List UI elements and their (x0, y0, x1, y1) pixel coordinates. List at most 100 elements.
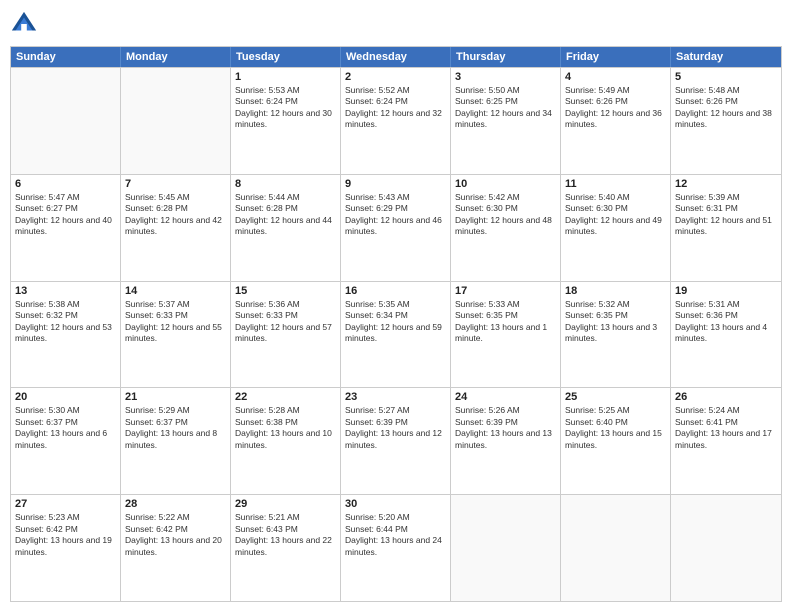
daylight-text: Daylight: 12 hours and 46 minutes. (345, 215, 442, 236)
sunset-text: Sunset: 6:37 PM (15, 417, 78, 427)
cell-info: Sunrise: 5:26 AMSunset: 6:39 PMDaylight:… (455, 405, 556, 451)
daylight-text: Daylight: 12 hours and 51 minutes. (675, 215, 772, 236)
sunset-text: Sunset: 6:25 PM (455, 96, 518, 106)
sunset-text: Sunset: 6:35 PM (565, 310, 628, 320)
day-cell-16: 16 Sunrise: 5:35 AMSunset: 6:34 PMDayligh… (341, 282, 451, 388)
weekday-header-friday: Friday (561, 47, 671, 67)
day-number: 5 (675, 71, 777, 83)
daylight-text: Daylight: 12 hours and 32 minutes. (345, 108, 442, 129)
calendar-row-0: 1Sunrise: 5:53 AMSunset: 6:24 PMDaylight… (11, 67, 781, 174)
day-cell-28: 28 Sunrise: 5:22 AMSunset: 6:42 PMDayligh… (121, 495, 231, 601)
day-number: 24 (455, 391, 556, 403)
day-number: 7 (125, 178, 226, 190)
daylight-text: Daylight: 13 hours and 22 minutes. (235, 535, 332, 556)
calendar-header-row: SundayMondayTuesdayWednesdayThursdayFrid… (11, 47, 781, 67)
day-cell-4: 4 Sunrise: 5:49 AMSunset: 6:26 PMDaylight… (561, 68, 671, 174)
cell-info: Sunrise: 5:20 AMSunset: 6:44 PMDaylight:… (345, 512, 446, 558)
sunrise-text: Sunrise: 5:28 AM (235, 405, 300, 415)
day-number: 27 (15, 498, 116, 510)
sunrise-text: Sunrise: 5:38 AM (15, 299, 80, 309)
day-number: 6 (15, 178, 116, 190)
empty-cell-0-1 (121, 68, 231, 174)
logo-icon (10, 10, 38, 38)
sunset-text: Sunset: 6:34 PM (345, 310, 408, 320)
day-number: 30 (345, 498, 446, 510)
day-number: 12 (675, 178, 777, 190)
sunset-text: Sunset: 6:42 PM (125, 524, 188, 534)
day-number: 19 (675, 285, 777, 297)
sunset-text: Sunset: 6:28 PM (235, 203, 298, 213)
daylight-text: Daylight: 13 hours and 24 minutes. (345, 535, 442, 556)
weekday-header-sunday: Sunday (11, 47, 121, 67)
sunrise-text: Sunrise: 5:39 AM (675, 192, 740, 202)
sunset-text: Sunset: 6:33 PM (235, 310, 298, 320)
day-cell-1: 1Sunrise: 5:53 AMSunset: 6:24 PMDaylight… (231, 68, 341, 174)
sunset-text: Sunset: 6:39 PM (455, 417, 518, 427)
empty-cell-4-6 (671, 495, 781, 601)
daylight-text: Daylight: 13 hours and 3 minutes. (565, 322, 657, 343)
daylight-text: Daylight: 13 hours and 20 minutes. (125, 535, 222, 556)
day-cell-27: 27 Sunrise: 5:23 AMSunset: 6:42 PMDayligh… (11, 495, 121, 601)
daylight-text: Daylight: 13 hours and 19 minutes. (15, 535, 112, 556)
cell-info: Sunrise: 5:37 AMSunset: 6:33 PMDaylight:… (125, 299, 226, 345)
cell-info: Sunrise: 5:38 AMSunset: 6:32 PMDaylight:… (15, 299, 116, 345)
sunset-text: Sunset: 6:24 PM (345, 96, 408, 106)
cell-info: Sunrise: 5:35 AMSunset: 6:34 PMDaylight:… (345, 299, 446, 345)
sunrise-text: Sunrise: 5:50 AM (455, 85, 520, 95)
cell-info: Sunrise: 5:32 AMSunset: 6:35 PMDaylight:… (565, 299, 666, 345)
sunrise-text: Sunrise: 5:47 AM (15, 192, 80, 202)
daylight-text: Daylight: 13 hours and 1 minute. (455, 322, 547, 343)
day-number: 8 (235, 178, 336, 190)
header (10, 10, 782, 38)
page: SundayMondayTuesdayWednesdayThursdayFrid… (0, 0, 792, 612)
day-cell-20: 20Sunrise: 5:30 AMSunset: 6:37 PMDayligh… (11, 388, 121, 494)
cell-info: Sunrise: 5:49 AMSunset: 6:26 PMDaylight:… (565, 85, 666, 131)
calendar-row-2: 13Sunrise: 5:38 AMSunset: 6:32 PMDayligh… (11, 281, 781, 388)
sunset-text: Sunset: 6:33 PM (125, 310, 188, 320)
day-number: 10 (455, 178, 556, 190)
day-cell-26: 26Sunrise: 5:24 AMSunset: 6:41 PMDayligh… (671, 388, 781, 494)
cell-info: Sunrise: 5:22 AMSunset: 6:42 PMDaylight:… (125, 512, 226, 558)
cell-info: Sunrise: 5:53 AMSunset: 6:24 PMDaylight:… (235, 85, 336, 131)
sunset-text: Sunset: 6:31 PM (675, 203, 738, 213)
cell-info: Sunrise: 5:52 AMSunset: 6:24 PMDaylight:… (345, 85, 446, 131)
day-number: 16 (345, 285, 446, 297)
daylight-text: Daylight: 13 hours and 15 minutes. (565, 428, 662, 449)
sunset-text: Sunset: 6:41 PM (675, 417, 738, 427)
logo (10, 10, 42, 38)
weekday-header-monday: Monday (121, 47, 231, 67)
day-cell-5: 5 Sunrise: 5:48 AMSunset: 6:26 PMDaylight… (671, 68, 781, 174)
day-cell-8: 8 Sunrise: 5:44 AMSunset: 6:28 PM Daylight… (231, 175, 341, 281)
day-cell-15: 15Sunrise: 5:36 AMSunset: 6:33 PMDayligh… (231, 282, 341, 388)
day-number: 9 (345, 178, 446, 190)
daylight-text: Daylight: 13 hours and 17 minutes. (675, 428, 772, 449)
cell-info: Sunrise: 5:25 AMSunset: 6:40 PMDaylight:… (565, 405, 666, 451)
sunset-text: Sunset: 6:30 PM (455, 203, 518, 213)
day-number: 20 (15, 391, 116, 403)
daylight-text: Daylight: 12 hours and 36 minutes. (565, 108, 662, 129)
day-number: 3 (455, 71, 556, 83)
cell-info: Sunrise: 5:48 AMSunset: 6:26 PMDaylight:… (675, 85, 777, 131)
day-cell-18: 18Sunrise: 5:32 AMSunset: 6:35 PMDayligh… (561, 282, 671, 388)
day-number: 21 (125, 391, 226, 403)
sunset-text: Sunset: 6:43 PM (235, 524, 298, 534)
day-number: 28 (125, 498, 226, 510)
sunset-text: Sunset: 6:39 PM (345, 417, 408, 427)
day-cell-6: 6Sunrise: 5:47 AMSunset: 6:27 PMDaylight… (11, 175, 121, 281)
day-number: 4 (565, 71, 666, 83)
daylight-text: Daylight: 12 hours and 44 minutes. (235, 215, 332, 236)
sunrise-text: Sunrise: 5:49 AM (565, 85, 630, 95)
empty-cell-0-0 (11, 68, 121, 174)
day-number: 2 (345, 71, 446, 83)
day-cell-13: 13Sunrise: 5:38 AMSunset: 6:32 PMDayligh… (11, 282, 121, 388)
day-cell-24: 24 Sunrise: 5:26 AMSunset: 6:39 PMDayligh… (451, 388, 561, 494)
sunset-text: Sunset: 6:26 PM (675, 96, 738, 106)
sunrise-text: Sunrise: 5:44 AM (235, 192, 300, 202)
sunset-text: Sunset: 6:44 PM (345, 524, 408, 534)
daylight-text: Daylight: 12 hours and 34 minutes. (455, 108, 552, 129)
cell-info: Sunrise: 5:23 AMSunset: 6:42 PMDaylight:… (15, 512, 116, 558)
cell-info: Sunrise: 5:42 AMSunset: 6:30 PMDaylight:… (455, 192, 556, 238)
day-cell-12: 12 Sunrise: 5:39 AMSunset: 6:31 PM Dayligh… (671, 175, 781, 281)
daylight-text: Daylight: 12 hours and 40 minutes. (15, 215, 112, 236)
sunrise-text: Sunrise: 5:53 AM (235, 85, 300, 95)
